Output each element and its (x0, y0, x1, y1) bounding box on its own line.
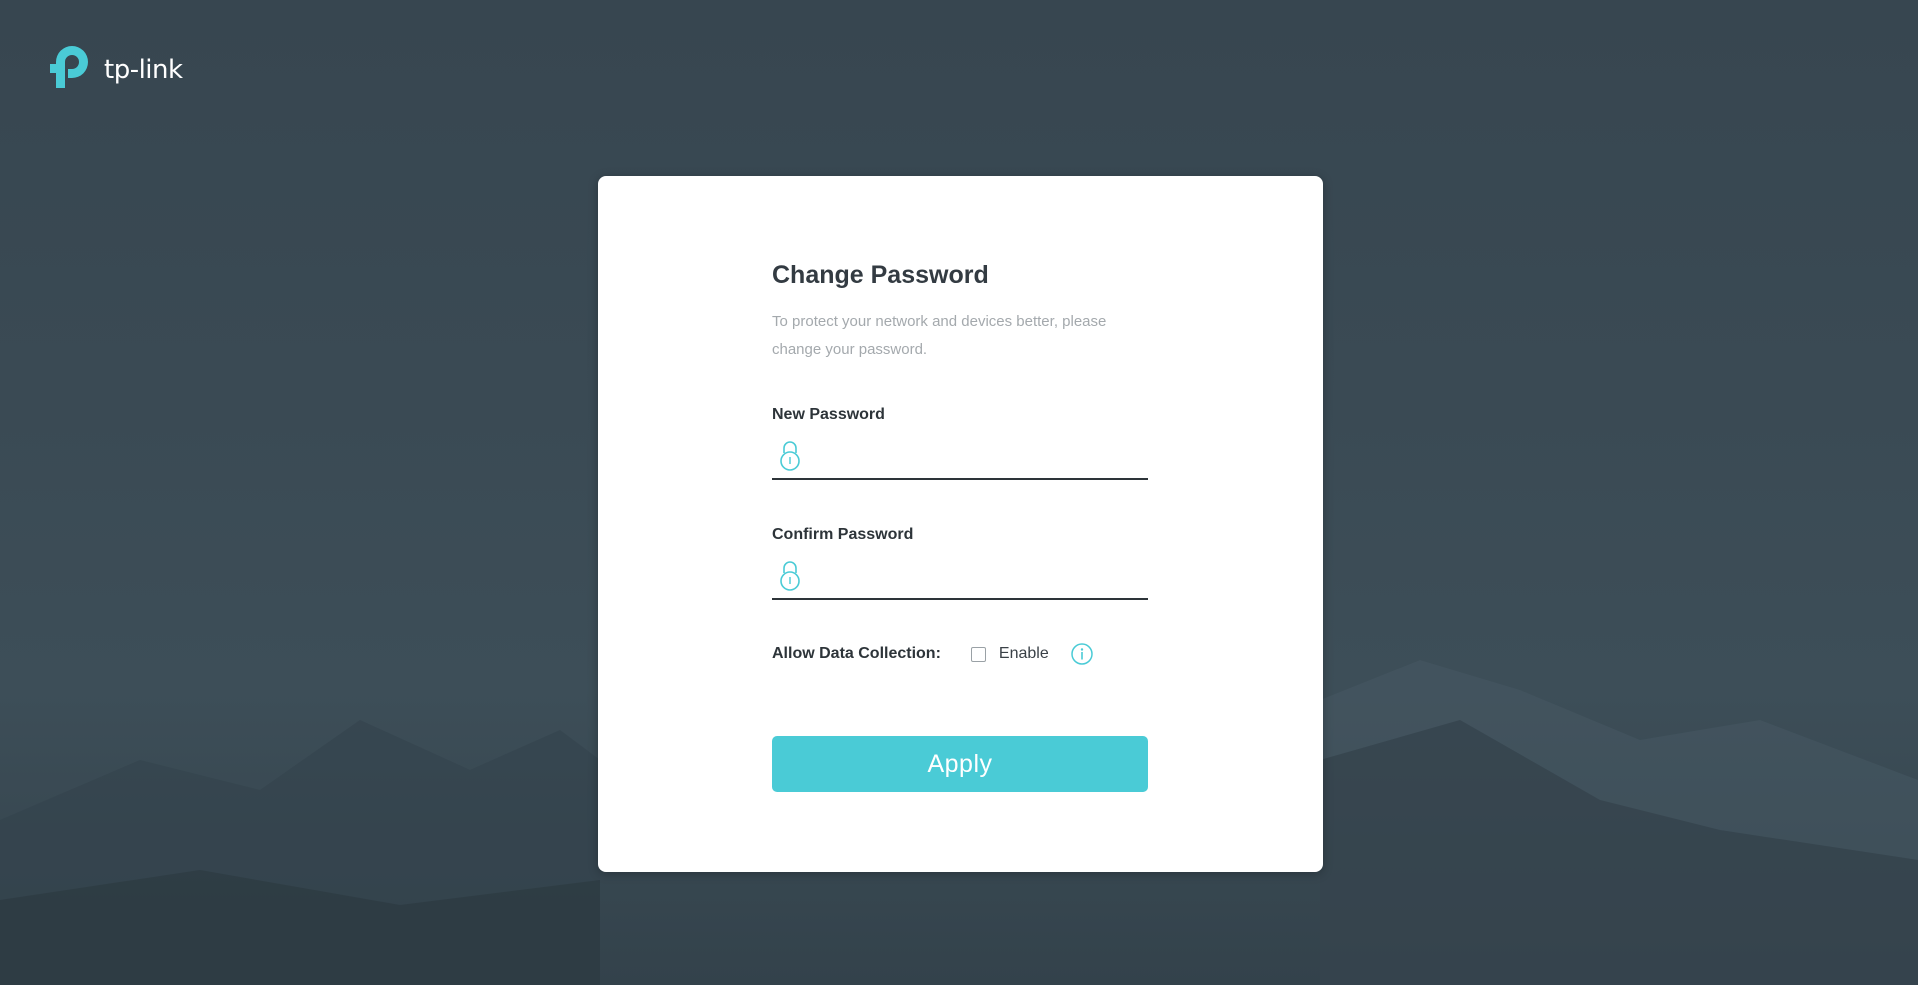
tp-link-logo-icon (50, 46, 88, 88)
lock-icon (776, 439, 804, 473)
new-password-input[interactable] (812, 435, 1148, 477)
page-title: Change Password (772, 261, 989, 289)
enable-checkbox[interactable] (970, 646, 986, 662)
confirm-password-label: Confirm Password (772, 526, 914, 543)
change-password-form: Change Password To protect your network … (772, 260, 1148, 792)
brand-name: tp-link (104, 55, 183, 85)
lock-icon (776, 559, 804, 593)
confirm-password-input[interactable] (812, 555, 1148, 597)
data-collection-label: Allow Data Collection: (772, 645, 941, 662)
confirm-password-row (772, 554, 1148, 600)
enable-label[interactable]: Enable (999, 645, 1049, 663)
new-password-row (772, 434, 1148, 480)
apply-button[interactable]: Apply (772, 736, 1148, 792)
page-description: To protect your network and devices bett… (772, 313, 1107, 358)
info-icon[interactable] (1070, 643, 1093, 665)
new-password-label: New Password (772, 406, 885, 423)
change-password-card: Change Password To protect your network … (598, 176, 1323, 872)
data-collection-row: Allow Data Collection: Enable (772, 642, 1148, 666)
brand-logo: tp-link (48, 42, 183, 92)
